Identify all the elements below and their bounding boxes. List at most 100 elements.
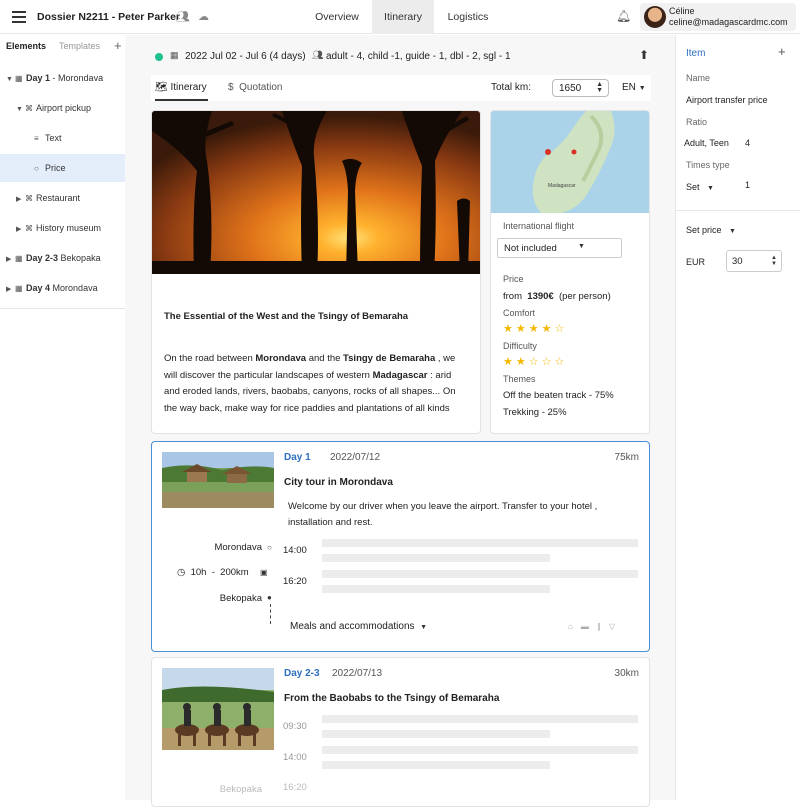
people-icon[interactable]: 👥︎ [176,10,190,23]
day-description: Welcome by our driver when you leave the… [288,501,598,528]
chevron-down-icon: ▼ [420,624,428,631]
tree-day-2-3[interactable]: ▶ ▦ Day 2-3 Bekopaka [0,244,125,272]
language-select[interactable]: EN ▼ [622,82,646,93]
tree-day-1[interactable]: ▼ ▦ Day 1 - Morondava [0,64,125,92]
tab-label: Itinerary [170,82,207,93]
price-label: Price [503,274,524,284]
caret-down-icon[interactable]: ▼ [6,66,15,94]
tab-itinerary-view[interactable]: 🗺︎ Itinerary [155,82,207,93]
utensils-icon: ∥ [596,622,609,631]
star-empty-icon: ☆ [541,356,555,368]
set-price-select[interactable]: Set price ▼ [686,225,736,235]
tree-day-place: Morondava [52,283,98,293]
tab-quotation[interactable]: $ Quotation [228,82,283,93]
caret-right-icon[interactable]: ▶ [16,216,25,244]
tree-day-4[interactable]: ▶ ▦ Day 4 Morondava [0,274,125,302]
calendar-icon: ▦ [15,284,23,293]
cloud-icon[interactable]: ☁︎ [198,10,209,23]
menu-icon[interactable] [12,11,26,23]
location-pin-icon: ○ [267,543,272,552]
name-value[interactable]: Airport transfer price [686,95,768,105]
tab-templates[interactable]: Templates [59,41,100,51]
times-type-value: Set [686,182,700,192]
add-icon[interactable]: + [778,44,786,59]
caret-down-icon[interactable]: ▼ [16,96,25,124]
star-filled-icon: ★ [515,323,529,335]
day-label: Day 2-3 [284,668,320,679]
price-input[interactable]: 30 ▲ ▼ [726,250,782,272]
ratio-value[interactable]: 4 [745,138,750,148]
svg-text:Madagascar: Madagascar [548,183,576,189]
meals-accommodations-toggle[interactable]: Meals and accommodations ▼ [290,621,427,632]
day-card-2-3[interactable]: Day 2-3 2022/07/13 30km From the Baobabs… [151,657,650,807]
intro-title: The Essential of the West and the Tsingy… [164,311,409,322]
location-pin-icon: ● [267,593,272,602]
distance-value: 200km [220,567,249,578]
stepper-icon[interactable]: ▲ ▼ [596,81,603,94]
ratio-type[interactable]: Adult, Teen [684,138,729,148]
theme-item: Off the beaten track - 75% [503,390,614,401]
user-email: celine@madagascardmc.com [669,17,788,27]
price-text: from 1390€ (per person) [503,291,611,302]
share-icon[interactable]: ⬆︎ [639,48,649,62]
intro-card[interactable]: The Essential of the West and the Tsingy… [151,110,481,434]
day-label: Day 1 [284,452,311,463]
route-time: 14:00 [283,545,307,556]
calendar-icon: ▦ [15,74,23,83]
caret-right-icon[interactable]: ▶ [6,276,15,304]
map-pin-icon [545,149,551,155]
caret-right-icon[interactable]: ▶ [6,246,15,274]
tab-elements[interactable]: Elements [6,41,46,51]
tab-label: Quotation [239,82,283,93]
star-filled-icon: ★ [503,323,516,335]
ratio-label: Ratio [686,117,708,127]
name-label: Name [686,73,711,83]
bell-icon[interactable]: 🔔︎ [616,9,631,23]
times-type-select[interactable]: Set ▼ [686,182,714,192]
difficulty-label: Difficulty [503,341,537,351]
tree-restaurant[interactable]: ▶ ⌘ Restaurant [0,184,125,212]
tab-itinerary[interactable]: Itinerary [372,0,434,34]
tree-airport-pickup[interactable]: ▼ ⌘ Airport pickup [0,94,125,122]
home-icon: ⌂ [568,622,581,631]
tab-overview[interactable]: Overview [304,0,370,34]
day-card-1[interactable]: Day 1 2022/07/12 75km City tour in Moron… [151,441,650,652]
day-title: City tour in Morondava [284,477,393,488]
flight-select[interactable]: Not included ▼ [497,238,622,258]
placeholder-line [322,746,638,754]
trip-dates: 2022 Jul 02 - Jul 6 (4 days) [185,51,306,62]
madagascar-map[interactable]: Madagascar [491,111,649,213]
star-filled-icon: ★ [528,323,542,335]
summary-card[interactable]: Madagascar International flight Not incl… [490,110,650,434]
total-km-input[interactable]: 1650 ▲ ▼ [552,79,609,97]
user-menu[interactable]: Céline celine@madagascardmc.com [640,3,796,31]
intro-text: On the road between Morondava and the Ts… [164,353,456,414]
currency-label: EUR [686,257,706,267]
add-icon[interactable]: + [114,38,122,53]
times-count[interactable]: 1 [745,180,750,190]
tree-item-label: History museum [36,223,102,233]
tree-item-label: Price [45,163,66,173]
route-start: Morondava [214,542,262,553]
caret-right-icon[interactable]: ▶ [16,186,25,214]
elements-panel: Elements Templates + ▼ ▦ Day 1 - Morondava… [0,35,125,800]
block-icon: ⌘ [25,104,33,113]
chevron-down-icon: ▼ [707,185,714,192]
avatar [644,6,666,28]
star-filled-icon: ★ [503,356,516,368]
divider [676,210,800,211]
tab-logistics[interactable]: Logistics [436,0,500,34]
day-date: 2022/07/12 [330,452,381,463]
stepper-icon[interactable]: ▲ ▼ [771,255,777,267]
tree-price[interactable]: ○ Price [0,154,125,182]
people-icon: 👥︎ [312,50,324,60]
route-time: 16:20 [283,782,307,793]
tree-text[interactable]: ≡ Text [0,124,125,152]
elements-tabs: Elements Templates + [0,35,125,57]
map-icon: 🗺︎ [155,82,168,93]
flight-value: Not included [504,243,557,254]
dollar-icon: $ [228,82,234,93]
chevron-down-icon: ▼ [729,228,736,235]
tree-history-museum[interactable]: ▶ ⌘ History museum [0,214,125,242]
day-km: 75km [614,452,639,463]
